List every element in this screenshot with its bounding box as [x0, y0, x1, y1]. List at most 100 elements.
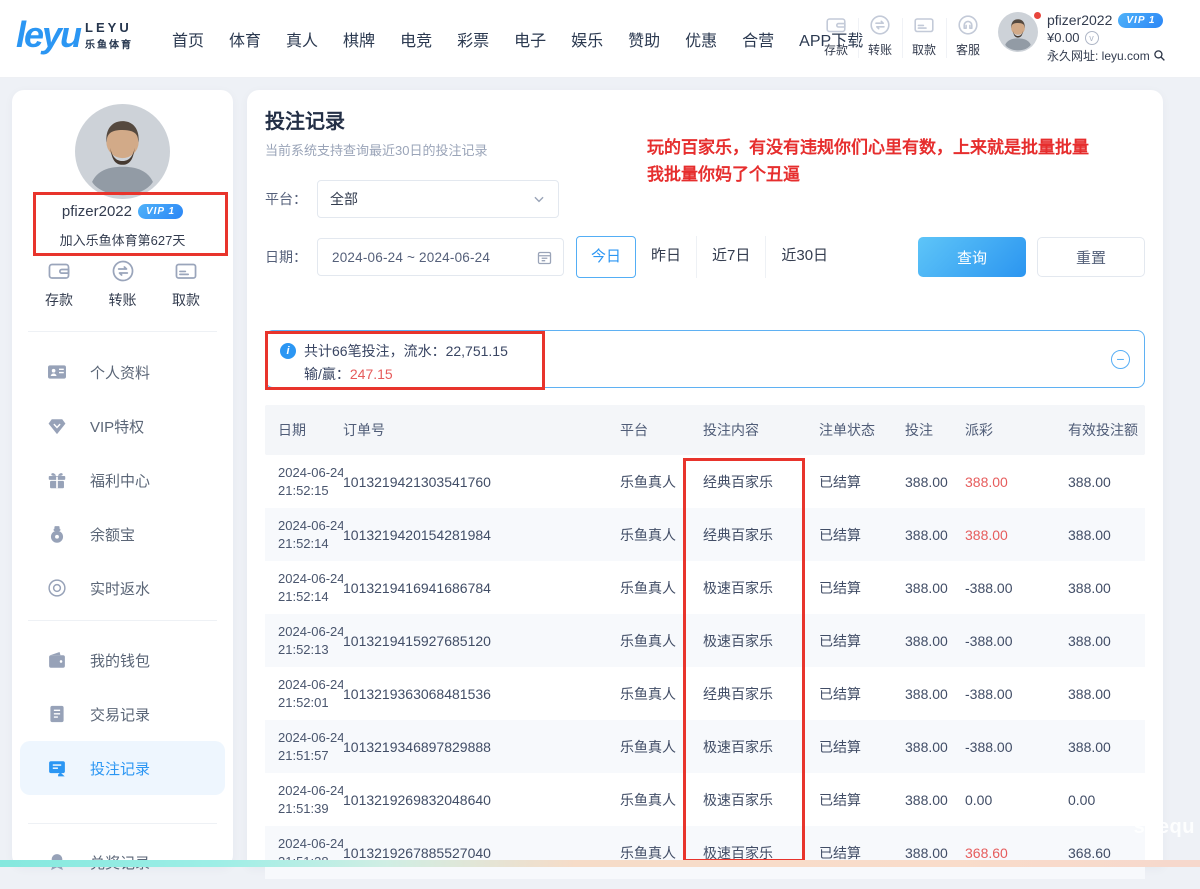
transfer-icon [868, 13, 892, 37]
avatar-photo [75, 104, 170, 199]
bets-table: 日期订单号平台投注内容注单状态投注派彩有效投注额 2024-06-2421:52… [265, 405, 1145, 879]
column-header-2: 平台 [620, 420, 697, 440]
sidebar-item-label: 实时返水 [90, 578, 150, 599]
summary-loss-win: 输/赢：247.15 [304, 364, 393, 384]
nav-item-0[interactable]: 首页 [172, 27, 204, 51]
cell-valid-amount: 388.00 [1040, 633, 1145, 649]
range-button-0[interactable]: 今日 [576, 236, 636, 278]
header-action-transfer[interactable]: 转账 [858, 10, 902, 58]
query-button[interactable]: 查询 [918, 237, 1026, 277]
cell-status: 已结算 [819, 578, 905, 598]
profile-avatar[interactable] [75, 104, 170, 199]
logo-wordmark: leyu [16, 15, 80, 55]
sidebar-item-book[interactable]: 交易记录 [12, 687, 233, 741]
date-range-value: 2024-06-24 ~ 2024-06-24 [332, 250, 536, 265]
sidebar-item-label: 我的钱包 [90, 650, 150, 671]
cell-bet-content: 极速百家乐 [697, 737, 819, 757]
cell-bet-amount: 388.00 [905, 792, 965, 808]
sidebar-item-gift[interactable]: 福利中心 [12, 453, 233, 507]
cell-payout: 388.00 [965, 527, 1040, 543]
search-icon[interactable] [1153, 49, 1166, 62]
nav-item-3[interactable]: 棋牌 [343, 27, 375, 51]
nav-item-4[interactable]: 电竞 [400, 27, 432, 51]
cell-bet-content: 极速百家乐 [697, 631, 819, 651]
avatar[interactable] [998, 12, 1038, 52]
sidebar-item-wallet2[interactable]: 我的钱包 [12, 633, 233, 687]
range-button-3[interactable]: 近30日 [765, 236, 843, 278]
column-header-6: 派彩 [965, 420, 1040, 440]
header-user-area: pfizer2022 VIP 1 ¥0.00 v 永久网址: leyu.com [998, 12, 1166, 64]
date-range-input[interactable]: 2024-06-24 ~ 2024-06-24 [317, 238, 564, 276]
cell-bet-content: 经典百家乐 [697, 525, 819, 545]
cell-payout: -388.00 [965, 739, 1040, 755]
cell-order-number: 1013219420154281984 [343, 527, 620, 543]
nav-item-5[interactable]: 彩票 [457, 27, 489, 51]
cell-valid-amount: 368.60 [1040, 845, 1145, 861]
sidebar-quick-actions: 存款转账取款 [34, 258, 211, 310]
table-row: 2024-06-2421:51:391013219269832048640乐鱼真… [265, 773, 1145, 826]
sidebar-item-vip[interactable]: VIP特权 [12, 399, 233, 453]
nav-item-6[interactable]: 电子 [514, 27, 546, 51]
platform-selected-value: 全部 [330, 189, 532, 209]
red-annotation-text: 玩的百家乐，有没有违规你们心里有数，上来就是批量批量 我批量你妈了个丑逼 [647, 134, 1159, 188]
page-subtitle: 当前系统支持查询最近30日的投注记录 [265, 140, 487, 159]
sidebar-action-label: 转账 [98, 290, 148, 310]
notification-dot [1034, 12, 1041, 19]
top-header: leyu LEYU 乐鱼体育 首页体育真人棋牌电竞彩票电子娱乐赞助优惠合营APP… [0, 0, 1200, 77]
cell-date: 2024-06-2421:52:14 [265, 517, 343, 553]
nav-item-9[interactable]: 优惠 [685, 27, 717, 51]
cell-platform: 乐鱼真人 [620, 525, 697, 545]
profile-joined-days: 加入乐鱼体育第627天 [12, 230, 233, 249]
nav-item-1[interactable]: 体育 [229, 27, 261, 51]
column-header-0: 日期 [265, 420, 343, 440]
sidebar: pfizer2022 VIP 1 加入乐鱼体育第627天 存款转账取款 个人资料… [12, 90, 233, 867]
sidebar-item-betrec[interactable]: 投注记录 [20, 741, 225, 795]
cell-bet-content: 极速百家乐 [697, 790, 819, 810]
sidebar-item-label: 余额宝 [90, 524, 135, 545]
column-header-4: 注单状态 [819, 420, 905, 440]
sidebar-item-label: 投注记录 [90, 758, 150, 779]
header-quick-actions: 存款转账取款客服 [814, 10, 990, 58]
nav-item-2[interactable]: 真人 [286, 27, 318, 51]
cell-bet-amount: 388.00 [905, 580, 965, 596]
reset-button[interactable]: 重置 [1037, 237, 1145, 277]
cell-platform: 乐鱼真人 [620, 631, 697, 651]
cell-platform: 乐鱼真人 [620, 578, 697, 598]
cell-bet-amount: 388.00 [905, 739, 965, 755]
betting-records-page: { "colors": { "accent": "#2b96f3", "anno… [0, 0, 1200, 867]
refresh-balance-icon[interactable]: v [1085, 31, 1099, 45]
range-button-1[interactable]: 昨日 [636, 236, 696, 278]
info-icon: i [280, 343, 296, 359]
platform-select[interactable]: 全部 [317, 180, 559, 218]
sidebar-item-profile[interactable]: 个人资料 [12, 345, 233, 399]
range-button-2[interactable]: 近7日 [696, 236, 765, 278]
header-action-headset[interactable]: 客服 [946, 10, 990, 58]
menu-group-1: 我的钱包交易记录投注记录 [12, 633, 233, 795]
cell-valid-amount: 0.00 [1040, 792, 1145, 808]
table-row: 2024-06-2421:52:151013219421303541760乐鱼真… [265, 455, 1145, 508]
sidebar-action-card[interactable]: 取款 [161, 258, 211, 310]
cell-bet-content: 经典百家乐 [697, 684, 819, 704]
header-action-wallet[interactable]: 存款 [814, 10, 858, 58]
nav-item-10[interactable]: 合营 [742, 27, 774, 51]
platform-filter-row: 平台： 全部 [265, 180, 559, 218]
cell-date: 2024-06-2421:52:13 [265, 623, 343, 659]
page-title: 投注记录 [265, 105, 345, 134]
logo-subtitle: LEYU 乐鱼体育 [85, 20, 133, 51]
nav-item-8[interactable]: 赞助 [628, 27, 660, 51]
nav-item-7[interactable]: 娱乐 [571, 27, 603, 51]
loss-win-value: 247.15 [350, 366, 393, 382]
column-header-3: 投注内容 [697, 420, 819, 440]
header-action-card[interactable]: 取款 [902, 10, 946, 58]
watermark: shequ [1134, 816, 1195, 839]
sidebar-action-transfer[interactable]: 转账 [98, 258, 148, 310]
site-logo[interactable]: leyu LEYU 乐鱼体育 [16, 15, 133, 55]
sidebar-item-rebate[interactable]: 实时返水 [12, 561, 233, 615]
collapse-icon[interactable]: − [1111, 350, 1130, 369]
username: pfizer2022 [1047, 12, 1112, 28]
sidebar-action-wallet[interactable]: 存款 [34, 258, 84, 310]
cell-status: 已结算 [819, 737, 905, 757]
sidebar-item-yuebao[interactable]: 余额宝 [12, 507, 233, 561]
wallet-icon [824, 13, 848, 37]
wallet2-icon [46, 649, 68, 671]
